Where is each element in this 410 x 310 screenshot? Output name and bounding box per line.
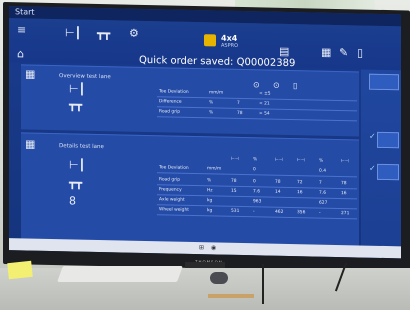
vehicle-thumb-1[interactable] (377, 131, 399, 149)
details-column-header: ⊢⊣ (275, 157, 283, 163)
details-column-header: ⊢⊣ (297, 158, 305, 164)
overview-row-label: Road grip (159, 109, 181, 115)
details-row-label: Frequency (159, 187, 182, 193)
details-cell: 0 (253, 167, 256, 173)
mouse (210, 272, 228, 284)
overview-row-value: 7 (237, 100, 240, 106)
details-cell: 78 (275, 179, 281, 185)
details-cell: 7 (319, 180, 322, 186)
vehicle-thumb-2[interactable] (377, 163, 399, 181)
printer-icon[interactable]: ▤ (279, 45, 289, 58)
lane-details-icon: ▦ (25, 137, 36, 151)
home-icon[interactable]: ⌂ (17, 47, 24, 60)
details-cell: 271 (341, 211, 350, 217)
weight-icon: 8 (69, 194, 76, 208)
lane-overview-icon: ▦ (25, 67, 36, 81)
lift-icon-small: ┳┳ (69, 98, 83, 112)
checkmark-icon: ✓ (369, 131, 376, 141)
details-column-header: % (319, 158, 324, 164)
lift-icon-details: ┳┳ (69, 176, 83, 190)
details-row-unit: mm/m (207, 166, 222, 172)
details-cell: 531 (231, 208, 240, 214)
overview-row-label: Difference (159, 99, 182, 105)
start-label: Start (15, 7, 35, 17)
details-cell: 627 (319, 200, 328, 206)
taskbar-app-icon[interactable]: ◉ (211, 244, 216, 251)
overview-row-unit: % (209, 110, 214, 116)
document-icon[interactable]: ▦ (321, 46, 331, 59)
overview-row-unit: % (209, 100, 214, 106)
details-row-label: Toe Deviation (159, 165, 189, 171)
details-row-unit: kg (207, 198, 213, 204)
brand-logo-title: 4x4 (221, 33, 238, 43)
details-cell: 78 (231, 178, 237, 184)
delete-icon[interactable]: ▯ (357, 46, 363, 59)
details-cell: - (253, 209, 255, 215)
details-cell: 72 (297, 180, 303, 186)
overview-row-value: 78 (237, 110, 243, 117)
lift-icon[interactable]: ┳┳ (97, 27, 110, 40)
tv-monitor: Start ≡ ⌂ ⊢┃ ┳┳ ⚙ ▤ ▦ ✎ ▯ 4x4 ASPRO Quic… (3, 2, 410, 273)
details-cell: 14 (275, 189, 281, 195)
details-cell: 356 (297, 210, 306, 216)
overview-row-limit: > 54 (259, 111, 270, 117)
details-column-header: ⊢⊣ (231, 156, 239, 162)
details-cell: 15 (231, 188, 237, 194)
details-cell: 7.6 (319, 190, 326, 196)
brand-logo-subtitle: ASPRO (221, 42, 239, 49)
details-title: Details test lane (59, 143, 104, 151)
edit-icon[interactable]: ✎ (339, 46, 348, 59)
sticky-note (7, 260, 33, 280)
settings-icon[interactable]: ⚙ (129, 27, 139, 40)
details-cell: 78 (341, 181, 347, 187)
details-row-label: Wheel weight (159, 207, 189, 213)
details-cell: 16 (341, 191, 347, 197)
overview-title: Overview test lane (59, 73, 111, 81)
details-cell: - (319, 210, 321, 216)
details-cell: 7.6 (253, 189, 260, 195)
overview-col-icon-2: ⊙ (273, 80, 280, 90)
details-row-label: Road grip (159, 177, 181, 183)
checkmark-icon-2: ✓ (369, 163, 376, 173)
details-row-unit: Hz (207, 188, 213, 194)
overview-row-limit: < 21 (259, 101, 270, 107)
details-cell: 0 (253, 179, 256, 185)
overview-col-icon-1: ⊙ (253, 80, 260, 90)
menu-icon[interactable]: ≡ (17, 23, 26, 36)
details-row-label: Axle weight (159, 197, 185, 203)
cable (262, 264, 264, 304)
details-cell: 462 (275, 209, 284, 215)
brand-logo (204, 34, 216, 47)
overview-row-unit: mm/m (209, 90, 224, 96)
details-row-unit: % (207, 178, 212, 184)
vehicle-logo-tile[interactable] (369, 73, 399, 91)
ruler (208, 294, 254, 298)
app-screen: Start ≡ ⌂ ⊢┃ ┳┳ ⚙ ▤ ▦ ✎ ▯ 4x4 ASPRO Quic… (9, 6, 401, 259)
overview-row-limit: < ±5 (259, 91, 271, 97)
axle-icon: ⊢┃ (69, 82, 86, 96)
details-cell: 963 (253, 199, 262, 205)
details-cell: 16 (297, 190, 303, 196)
axle-icon-details: ⊢┃ (69, 158, 86, 172)
car-axle-icon[interactable]: ⊢┃ (65, 26, 81, 39)
details-row-unit: kg (207, 208, 213, 214)
details-column-header: ⊢⊣ (341, 159, 349, 165)
overview-row-label: Toe Deviation (159, 89, 189, 95)
details-cell: 0.4 (319, 168, 326, 174)
overview-col-icon-3: ▯ (293, 81, 298, 91)
keyboard (57, 266, 183, 282)
windows-icon[interactable]: ⊞ (199, 244, 204, 251)
details-column-header: % (253, 157, 258, 163)
